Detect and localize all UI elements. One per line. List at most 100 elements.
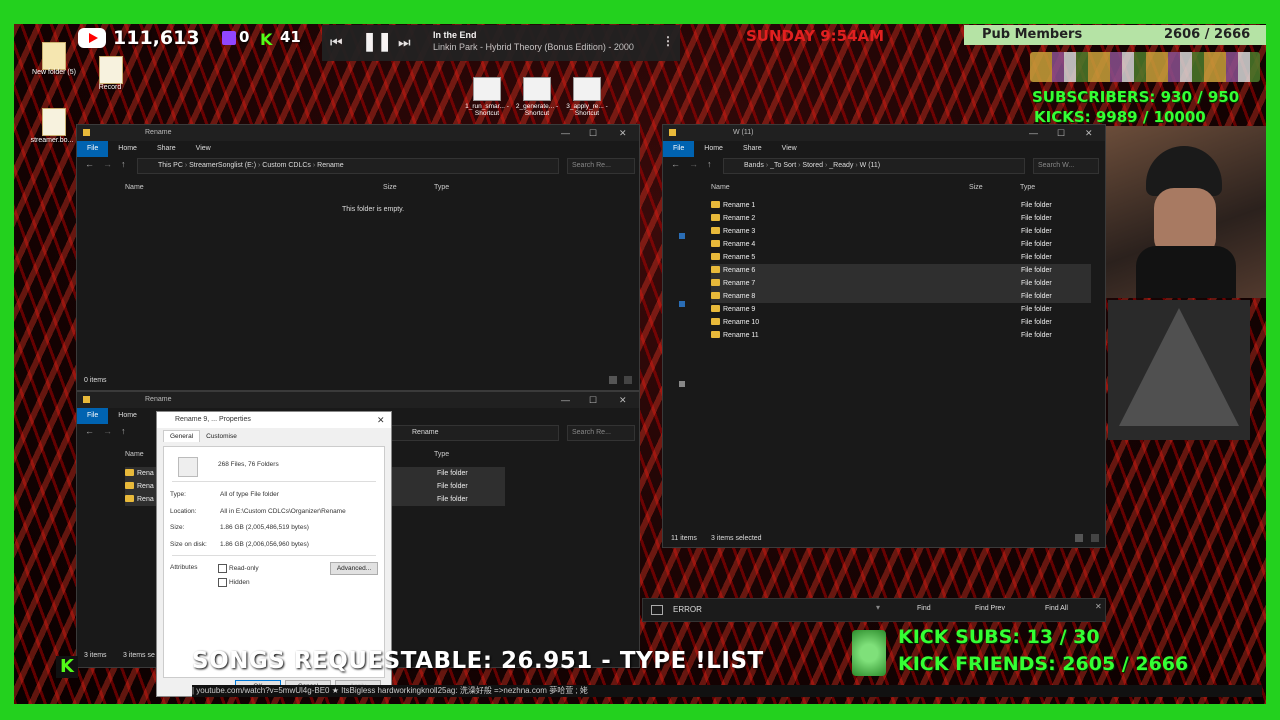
- forward-arrow-icon[interactable]: →: [103, 426, 112, 436]
- shortcut-icon[interactable]: [473, 77, 501, 101]
- find-prev-button[interactable]: Find Prev: [975, 605, 1005, 612]
- onedrive-icon[interactable]: [679, 233, 685, 239]
- document-icon[interactable]: [42, 108, 66, 136]
- explorer-window-w11: W (11) — ☐ ✕ File Home Share View ← → ↑ Ban…: [662, 124, 1106, 548]
- ribbon-tab-home[interactable]: Home: [694, 141, 733, 157]
- close-icon[interactable]: ✕: [619, 125, 627, 141]
- ribbon-tab-file[interactable]: File: [77, 408, 109, 424]
- breadcrumb-custom-cdlcs[interactable]: Custom CDLCs: [262, 162, 311, 169]
- advanced-button[interactable]: Advanced...: [330, 562, 378, 575]
- column-header-name[interactable]: Name: [125, 451, 144, 458]
- breadcrumb-stored[interactable]: Stored: [802, 162, 823, 169]
- up-arrow-icon[interactable]: ↑: [121, 159, 126, 169]
- column-header-type[interactable]: Type: [434, 451, 449, 458]
- folder-icon[interactable]: [42, 42, 66, 70]
- column-header-type[interactable]: Type: [1020, 184, 1035, 191]
- tab-general[interactable]: General: [163, 430, 201, 442]
- list-item[interactable]: Rename 11 File folder: [711, 329, 1091, 342]
- shortcut-icon[interactable]: [523, 77, 551, 101]
- next-track-icon[interactable]: ⏭: [398, 34, 411, 51]
- document-icon[interactable]: [99, 56, 123, 84]
- breadcrumb-bands[interactable]: Bands: [724, 162, 764, 169]
- minimize-icon[interactable]: —: [561, 392, 570, 408]
- column-header-name[interactable]: Name: [125, 184, 144, 191]
- address-bar[interactable]: This PC › StreamerSonglist (E:) › Custom…: [137, 158, 559, 174]
- list-item[interactable]: Rename 9 File folder: [711, 303, 1091, 316]
- details-view-icon[interactable]: [1075, 534, 1083, 542]
- search-input[interactable]: Search Re...: [567, 425, 635, 441]
- webcam-shirt: [1136, 246, 1236, 298]
- ribbon-tab-file[interactable]: File: [663, 141, 695, 157]
- maximize-icon[interactable]: ☐: [589, 392, 597, 408]
- close-icon[interactable]: ✕: [1085, 125, 1093, 141]
- breadcrumb-w11[interactable]: W (11): [860, 162, 880, 169]
- back-arrow-icon[interactable]: ←: [85, 159, 94, 169]
- list-item[interactable]: Rename 2 File folder: [711, 212, 1091, 225]
- breadcrumb-drive[interactable]: StreamerSonglist (E:): [189, 162, 256, 169]
- minimize-icon[interactable]: —: [1029, 125, 1038, 141]
- back-arrow-icon[interactable]: ←: [671, 159, 680, 169]
- column-header-type[interactable]: Type: [434, 184, 449, 191]
- search-input[interactable]: Search Re...: [567, 158, 635, 174]
- readonly-checkbox[interactable]: [218, 564, 227, 573]
- more-options-icon[interactable]: ⋮: [662, 34, 674, 48]
- kick-icon: K: [260, 30, 273, 49]
- minimize-icon[interactable]: —: [561, 125, 570, 141]
- ribbon-tab-share[interactable]: Share: [733, 141, 772, 157]
- tab-customise[interactable]: Customise: [200, 431, 243, 442]
- find-dropdown-icon[interactable]: ▾: [876, 603, 880, 612]
- ribbon-tab-view[interactable]: View: [186, 141, 221, 157]
- breadcrumb-rename[interactable]: Rename: [317, 162, 343, 169]
- drive-icon[interactable]: [679, 381, 685, 387]
- list-item[interactable]: Rename 3 File folder: [711, 225, 1091, 238]
- address-bar[interactable]: Rename: [391, 425, 559, 441]
- column-header-size[interactable]: Size: [383, 184, 397, 191]
- breadcrumb-to-sort[interactable]: _To Sort: [770, 162, 796, 169]
- ribbon-tab-view[interactable]: View: [772, 141, 807, 157]
- search-input[interactable]: Search W...: [1033, 158, 1099, 174]
- column-header-name[interactable]: Name: [711, 184, 730, 191]
- maximize-icon[interactable]: ☐: [589, 125, 597, 141]
- forward-arrow-icon[interactable]: →: [689, 159, 698, 169]
- ribbon-tab-file[interactable]: File: [77, 141, 109, 157]
- large-icons-view-icon[interactable]: [1091, 534, 1099, 542]
- dialog-title-bar: Rename 9, ... Properties ✕: [157, 412, 391, 428]
- close-icon[interactable]: ✕: [1095, 602, 1102, 611]
- previous-track-icon[interactable]: ⏮: [330, 34, 343, 51]
- maximize-icon[interactable]: ☐: [1057, 125, 1065, 141]
- kick-subs-goal: KICK SUBS: 13 / 30: [898, 626, 1100, 648]
- close-icon[interactable]: ✕: [619, 392, 627, 408]
- up-arrow-icon[interactable]: ↑: [707, 159, 712, 169]
- list-item[interactable]: Rename 10 File folder: [711, 316, 1091, 329]
- window-title: Rename: [145, 129, 172, 136]
- list-item[interactable]: Rename 5 File folder: [711, 251, 1091, 264]
- ribbon-tab-home[interactable]: Home: [108, 141, 147, 157]
- hidden-checkbox[interactable]: [218, 578, 227, 587]
- list-item[interactable]: Rename 1 File folder: [711, 199, 1091, 212]
- list-item[interactable]: Rename 7 File folder: [711, 277, 1091, 290]
- find-options-icon[interactable]: [651, 605, 663, 615]
- large-icons-view-icon[interactable]: [624, 376, 632, 384]
- find-button[interactable]: Find: [917, 605, 931, 612]
- ribbon-tab-share[interactable]: Share: [147, 141, 186, 157]
- find-all-button[interactable]: Find All: [1045, 605, 1068, 612]
- back-arrow-icon[interactable]: ←: [85, 426, 94, 436]
- find-input[interactable]: ERROR: [673, 605, 702, 614]
- close-icon[interactable]: ✕: [377, 412, 385, 428]
- list-item[interactable]: Rename 4 File folder: [711, 238, 1091, 251]
- up-arrow-icon[interactable]: ↑: [121, 426, 126, 436]
- shortcut-icon[interactable]: [573, 77, 601, 101]
- forward-arrow-icon[interactable]: →: [103, 159, 112, 169]
- column-header-size[interactable]: Size: [969, 184, 983, 191]
- pause-icon[interactable]: ❚❚: [362, 31, 392, 52]
- breadcrumb-ready[interactable]: _Ready: [829, 162, 853, 169]
- list-item[interactable]: Rename 8 File folder: [711, 290, 1091, 303]
- this-pc-icon[interactable]: [679, 301, 685, 307]
- breadcrumb-rename[interactable]: Rename: [392, 429, 438, 436]
- details-view-icon[interactable]: [609, 376, 617, 384]
- list-item[interactable]: Rename 6 File folder: [711, 264, 1091, 277]
- status-item-count: 3 items: [84, 652, 107, 659]
- address-bar[interactable]: Bands › _To Sort › Stored › _Ready › W (…: [723, 158, 1025, 174]
- ribbon-tab-home[interactable]: Home: [108, 408, 147, 424]
- breadcrumb-this-pc[interactable]: This PC: [138, 162, 183, 169]
